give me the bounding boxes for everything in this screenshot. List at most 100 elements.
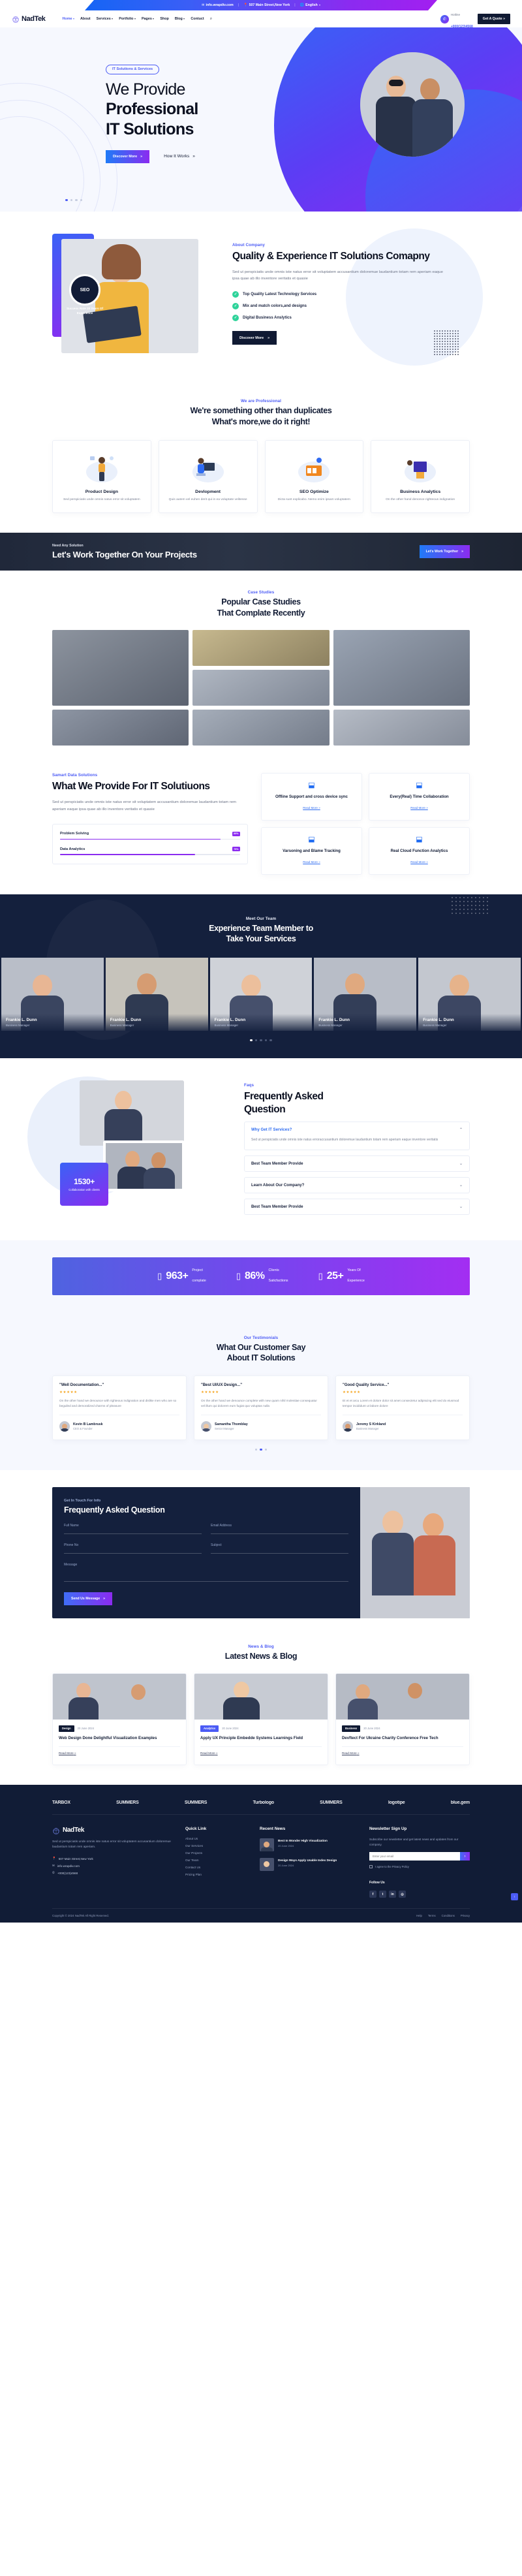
faq-item[interactable]: Best Team Member Provide ⌄ bbox=[244, 1198, 470, 1215]
footer-phone[interactable]: ✆ +000(123)4568 bbox=[52, 1871, 174, 1875]
case-tile[interactable] bbox=[192, 670, 330, 706]
cta-button[interactable]: Let's Work Together» bbox=[419, 545, 470, 559]
hero-slider-dots[interactable] bbox=[65, 198, 82, 201]
feature-card[interactable]: ⬓ Offline Support and cross device sync … bbox=[261, 773, 362, 821]
testimonial-slider-dots[interactable] bbox=[52, 1448, 470, 1451]
testimonial-card[interactable]: "Good Quality Service..." ★★★★★ Et et et… bbox=[335, 1375, 470, 1440]
feature-read-more-link[interactable]: Read More » bbox=[410, 806, 428, 809]
testimonial-dot-1[interactable] bbox=[254, 1448, 258, 1451]
send-message-button[interactable]: Send Us Message» bbox=[64, 1592, 113, 1606]
team-dot-2[interactable] bbox=[254, 1039, 258, 1042]
team-slider-dots[interactable] bbox=[0, 1039, 522, 1042]
feature-card[interactable]: ⬓ Varsoning and Blame Tracking Read More… bbox=[261, 827, 362, 875]
faq-item[interactable]: Why Get IT Services? ⌃ Sed ut perspiciat… bbox=[244, 1121, 470, 1150]
service-card[interactable]: Product Design Sed perspiciatis unde omn… bbox=[52, 440, 151, 514]
newsletter-submit-button[interactable]: › bbox=[460, 1852, 470, 1861]
footer-link[interactable]: Our Team bbox=[185, 1859, 248, 1862]
case-tile[interactable] bbox=[52, 630, 189, 706]
footer-bottom-link[interactable]: Conditions bbox=[442, 1914, 455, 1917]
blog-tag[interactable]: Design bbox=[59, 1725, 74, 1732]
team-member-card[interactable]: Frankie L. Dunn Business Manager bbox=[418, 957, 521, 1031]
footer-recent-post[interactable]: Best In Wonder High Visualization 20 June… bbox=[260, 1837, 358, 1851]
get-a-quote-button[interactable]: Get A Quote » bbox=[477, 14, 510, 24]
hero-dot-2[interactable] bbox=[70, 198, 72, 201]
facebook-icon[interactable]: f bbox=[369, 1891, 376, 1898]
case-tile[interactable] bbox=[333, 710, 470, 746]
linkedin-icon[interactable]: in bbox=[389, 1891, 396, 1898]
twitter-icon[interactable]: t bbox=[379, 1891, 386, 1898]
nav-item-blog[interactable]: Blog bbox=[175, 17, 185, 21]
hero-dot-1[interactable] bbox=[65, 198, 68, 201]
blog-tag[interactable]: Business bbox=[342, 1725, 361, 1732]
team-dot-3[interactable] bbox=[260, 1039, 262, 1042]
nav-item-pages[interactable]: Pages bbox=[142, 17, 155, 21]
scroll-to-top-button[interactable]: ↑ bbox=[511, 1893, 518, 1901]
blog-read-more-link[interactable]: Read More » bbox=[59, 1746, 180, 1755]
case-tile[interactable] bbox=[192, 710, 330, 746]
footer-recent-post[interactable]: Design Ways Apply Usable Index Design 20 … bbox=[260, 1857, 358, 1871]
field-message[interactable]: Message bbox=[64, 1563, 348, 1582]
team-member-card[interactable]: Frankie L. Dunn Business Manager bbox=[209, 957, 313, 1031]
team-dot-1[interactable] bbox=[250, 1039, 253, 1042]
hero-how-it-works-link[interactable]: How It Works» bbox=[164, 154, 195, 159]
newsletter-consent[interactable]: I agree to the Privacy Policy bbox=[369, 1865, 470, 1869]
nav-item-home[interactable]: Home bbox=[63, 17, 75, 21]
hero-dot-3[interactable] bbox=[75, 198, 78, 201]
team-member-card[interactable]: Frankie L. Dunn Business Manager bbox=[105, 957, 208, 1031]
blog-card[interactable]: Design 20 June 2024 Web Design Done Deli… bbox=[52, 1673, 187, 1765]
blog-read-more-link[interactable]: Read More » bbox=[342, 1746, 463, 1755]
blog-tag[interactable]: Analytics bbox=[200, 1725, 219, 1732]
footer-link[interactable]: About Us bbox=[185, 1837, 248, 1840]
testimonial-card[interactable]: "Well Documentation..." ★★★★★ On the oth… bbox=[52, 1375, 187, 1440]
field-phone[interactable]: Phone No bbox=[64, 1543, 202, 1554]
blog-card[interactable]: Analytics 20 June 2024 Apply UX Principl… bbox=[194, 1673, 328, 1765]
team-member-card[interactable]: Frankie L. Dunn Business Manager bbox=[314, 957, 417, 1031]
feature-read-more-link[interactable]: Read More » bbox=[303, 806, 320, 809]
testimonial-card[interactable]: "Best UI/UX Design..." ★★★★★ On the othe… bbox=[194, 1375, 328, 1440]
nav-item-portfolio[interactable]: Portfolio bbox=[119, 17, 136, 21]
instagram-icon[interactable]: ◎ bbox=[399, 1891, 406, 1898]
case-tile[interactable] bbox=[192, 630, 330, 667]
nav-item-services[interactable]: Services bbox=[97, 17, 114, 21]
brand-logo[interactable]: NadTek bbox=[12, 15, 46, 23]
footer-bottom-link[interactable]: Terms bbox=[428, 1914, 436, 1917]
faq-item[interactable]: Learn About Our Company? ⌄ bbox=[244, 1176, 470, 1193]
topbar-email[interactable]: ✉ info.wrapdiv.com bbox=[202, 3, 234, 7]
faq-item-header[interactable]: Learn About Our Company? ⌄ bbox=[245, 1178, 469, 1193]
team-dot-4[interactable] bbox=[264, 1039, 268, 1042]
team-member-card[interactable]: Frankie L. Dunn Business Manager bbox=[1, 957, 104, 1031]
field-email[interactable]: Email Address bbox=[211, 1524, 348, 1535]
nav-item-shop[interactable]: Shop bbox=[160, 17, 168, 21]
footer-bottom-link[interactable]: Help bbox=[416, 1914, 422, 1917]
footer-link[interactable]: Our Services bbox=[185, 1844, 248, 1847]
footer-bottom-link[interactable]: Privacy bbox=[461, 1914, 470, 1917]
footer-link[interactable]: Our Projects bbox=[185, 1851, 248, 1855]
faq-item-header[interactable]: Why Get IT Services? ⌃ bbox=[245, 1122, 469, 1137]
feature-read-more-link[interactable]: Read More » bbox=[303, 860, 320, 864]
about-discover-more-button[interactable]: Discover More » bbox=[232, 331, 277, 345]
faq-item-header[interactable]: Best Team Member Provide ⌄ bbox=[245, 1199, 469, 1214]
footer-link[interactable]: Pricing Plan bbox=[185, 1873, 248, 1876]
hero-discover-more-button[interactable]: Discover More» bbox=[106, 149, 150, 163]
faq-item[interactable]: Best Team Member Provide ⌄ bbox=[244, 1155, 470, 1172]
footer-link[interactable]: Contact Us bbox=[185, 1866, 248, 1869]
hero-dot-4[interactable] bbox=[80, 198, 82, 201]
nav-item-about[interactable]: About bbox=[80, 17, 91, 21]
service-card[interactable]: Business Analytics On the other hand den… bbox=[371, 440, 470, 514]
testimonial-dot-2[interactable] bbox=[260, 1448, 262, 1451]
blog-card[interactable]: Business 20 June 2024 Devftect For Ukrai… bbox=[335, 1673, 470, 1765]
service-card[interactable]: SEO Optimize Dicta sunt explicabo. Nemo … bbox=[264, 440, 364, 514]
feature-card[interactable]: ⬓ Real Cloud Function Analytics Read Mor… bbox=[369, 827, 470, 875]
field-full-name[interactable]: Full Name bbox=[64, 1524, 202, 1535]
checkbox-icon[interactable] bbox=[369, 1865, 373, 1869]
footer-email[interactable]: ✉ info.wrapdiv.com bbox=[52, 1864, 174, 1868]
search-icon[interactable]: ⌕ bbox=[210, 17, 212, 22]
case-tile[interactable] bbox=[52, 710, 189, 746]
testimonial-dot-3[interactable] bbox=[264, 1448, 268, 1451]
newsletter-email-input[interactable] bbox=[369, 1852, 460, 1861]
footer-brand[interactable]: NadTek bbox=[52, 1827, 174, 1834]
feature-read-more-link[interactable]: Read More » bbox=[410, 860, 428, 864]
feature-card[interactable]: ⬓ Every(Real) Time Collaboration Read Mo… bbox=[369, 773, 470, 821]
service-card[interactable]: Devlopment Quis autem vel euhen derit qu… bbox=[158, 440, 258, 514]
team-dot-5[interactable] bbox=[269, 1039, 272, 1042]
